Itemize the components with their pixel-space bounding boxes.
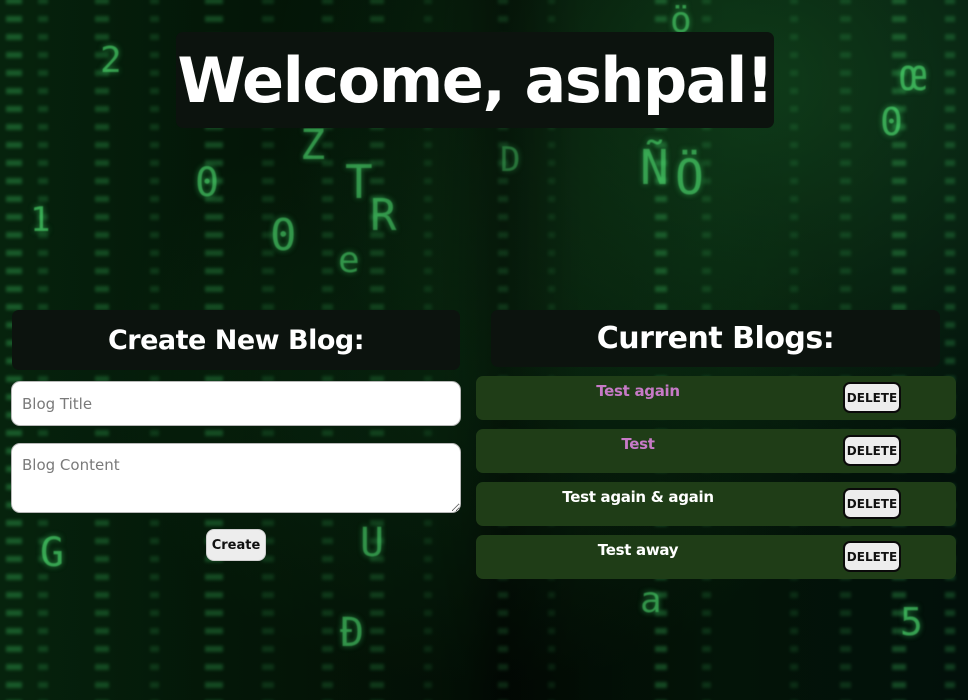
blog-item: Test away DELETE — [476, 535, 956, 579]
delete-button[interactable]: DELETE — [843, 541, 901, 572]
current-blogs-heading: Current Blogs: — [491, 310, 940, 367]
create-button[interactable]: Create — [206, 529, 266, 561]
blog-title: Test again & again — [562, 488, 714, 506]
blog-item: Test DELETE — [476, 429, 956, 473]
blog-title-input[interactable] — [11, 381, 461, 426]
blog-title: Test again — [596, 382, 680, 400]
welcome-banner: Welcome, ashpal! — [176, 32, 774, 128]
blog-title: Test — [621, 435, 655, 453]
blog-item: Test again & again DELETE — [476, 482, 956, 526]
blog-list: Test again DELETE Test DELETE Test again… — [476, 376, 956, 588]
page-title: Welcome, ashpal! — [177, 43, 774, 117]
delete-button[interactable]: DELETE — [843, 382, 901, 413]
create-blog-heading-text: Create New Blog: — [107, 324, 365, 356]
delete-button[interactable]: DELETE — [843, 435, 901, 466]
blog-title: Test away — [597, 541, 679, 559]
blog-item: Test again DELETE — [476, 376, 956, 420]
blog-content-input[interactable] — [11, 443, 461, 513]
current-blogs-heading-text: Current Blogs: — [596, 321, 835, 356]
create-blog-heading: Create New Blog: — [12, 310, 460, 370]
delete-button[interactable]: DELETE — [843, 488, 901, 519]
